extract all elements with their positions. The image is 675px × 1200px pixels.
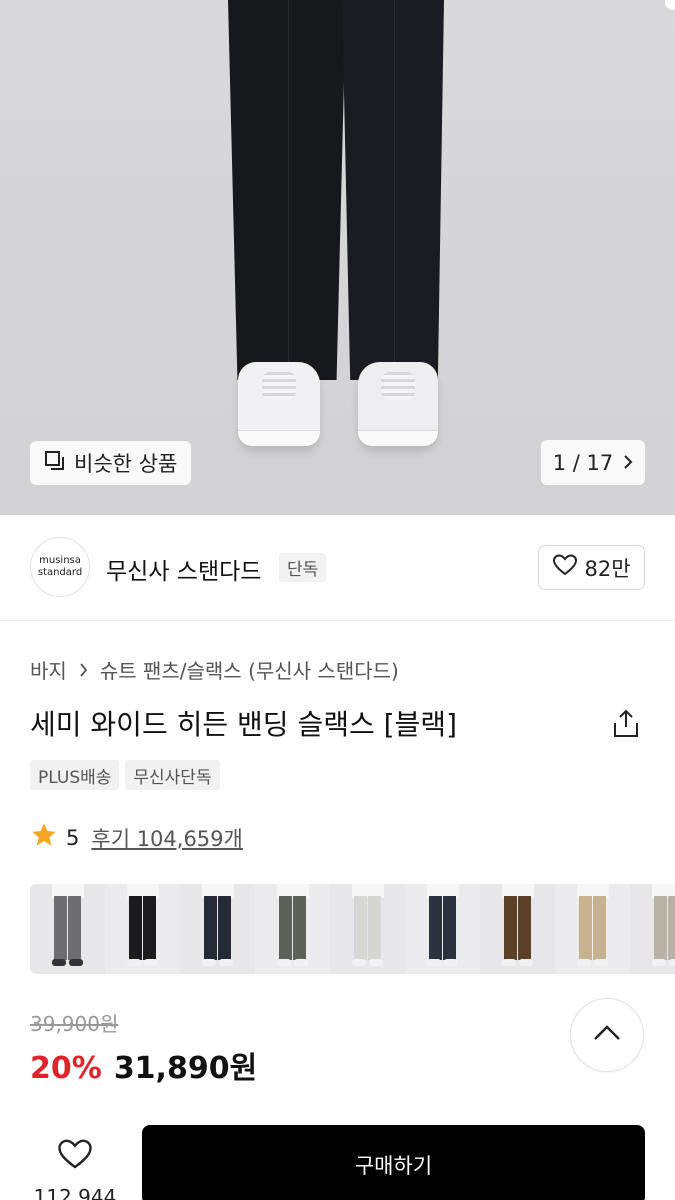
rating-value: 5: [66, 825, 80, 850]
pants-leg: [354, 896, 367, 960]
section-divider: [0, 620, 675, 621]
brand-like-button[interactable]: 82만: [538, 545, 645, 590]
price-row: 20% 31,890원: [30, 1043, 257, 1087]
chevron-right-icon: [79, 658, 88, 682]
original-price: 39,900원: [30, 1012, 119, 1036]
pants-leg: [668, 896, 675, 960]
pants-right-leg: [342, 0, 444, 380]
buy-button[interactable]: 구매하기: [142, 1125, 645, 1200]
pants-leg: [579, 896, 592, 960]
wishlist-count: 112,944: [33, 1185, 117, 1200]
rating-row: 5 후기 104,659개: [30, 821, 243, 854]
color-option-thumbnail[interactable]: [180, 884, 255, 974]
pants-leg: [279, 896, 292, 960]
model-shoe: [669, 959, 675, 966]
pants-leg: [218, 896, 231, 960]
image-counter-text: 1 / 17: [552, 450, 614, 475]
brand-like-count: 82만: [584, 556, 631, 581]
color-option-thumbnail[interactable]: [405, 884, 480, 974]
model-shoe: [594, 959, 608, 966]
copy-icon: [44, 450, 66, 477]
model-shoe: [502, 959, 516, 966]
product-image[interactable]: 비슷한 상품 1 / 17: [0, 0, 675, 515]
pants-leg: [518, 896, 531, 960]
model-shoe: [52, 959, 66, 966]
image-page-counter[interactable]: 1 / 17: [541, 440, 645, 485]
model-shoe: [69, 959, 83, 966]
model-shoe: [294, 959, 308, 966]
heart-icon: [57, 1138, 93, 1175]
discount-rate: 20%: [30, 1051, 102, 1086]
similar-products-button[interactable]: 비슷한 상품: [30, 441, 192, 485]
pants-leg: [593, 896, 606, 960]
color-option-thumbnail[interactable]: [330, 884, 405, 974]
pants-crease: [288, 0, 289, 370]
product-tags: PLUS배송 무신사단독: [30, 760, 220, 790]
color-option-thumbnail[interactable]: [630, 884, 675, 974]
pants-leg: [504, 896, 517, 960]
brand-logo[interactable]: musinsa standard: [30, 537, 90, 597]
brand-logo-line2: standard: [37, 567, 83, 578]
scroll-to-top-button[interactable]: [570, 998, 644, 1072]
breadcrumb-item-slacks[interactable]: 슈트 팬츠/슬랙스 (무신사 스탠다드): [100, 655, 399, 684]
corner-decoration: [665, 0, 675, 10]
pants-leg: [68, 896, 81, 960]
tag-plus-delivery: PLUS배송: [30, 760, 120, 790]
model-shoe: [652, 959, 666, 966]
model-shoe: [352, 959, 366, 966]
color-option-thumbnail[interactable]: [480, 884, 555, 974]
pants-left-leg: [228, 0, 346, 380]
review-count-link[interactable]: 후기 104,659개: [91, 823, 242, 853]
pants-leg: [54, 896, 67, 960]
model-shoe: [127, 959, 141, 966]
wishlist-button[interactable]: 112,944: [30, 1128, 120, 1200]
final-price: 31,890원: [113, 1051, 258, 1086]
pants-leg: [143, 896, 156, 960]
breadcrumb: 바지 슈트 팬츠/슬랙스 (무신사 스탠다드): [30, 655, 399, 684]
tag-exclusive: 무신사단독: [125, 760, 220, 790]
color-options-strip: [30, 884, 675, 974]
shoe-left: [238, 362, 320, 446]
pants-leg: [129, 896, 142, 960]
breadcrumb-item-pants[interactable]: 바지: [30, 655, 67, 684]
brand-logo-line1: musinsa: [39, 555, 81, 566]
chevron-right-icon: [623, 451, 633, 475]
model-shoe: [519, 959, 533, 966]
model-shoe: [202, 959, 216, 966]
color-option-thumbnail[interactable]: [30, 884, 105, 974]
pants-crease: [394, 0, 395, 370]
share-icon[interactable]: [611, 708, 641, 740]
brand-row: musinsa standard 무신사 스탠다드 단독 82만: [0, 515, 675, 620]
color-option-thumbnail[interactable]: [555, 884, 630, 974]
similar-products-label: 비슷한 상품: [74, 452, 178, 476]
model-shoe: [144, 959, 158, 966]
brand-name-link[interactable]: 무신사 스탠다드: [106, 552, 261, 586]
color-option-thumbnail[interactable]: [255, 884, 330, 974]
chevron-up-icon: [592, 1024, 622, 1046]
model-shoe: [369, 959, 383, 966]
pants-leg: [429, 896, 442, 960]
pants-leg: [204, 896, 217, 960]
pants-leg: [293, 896, 306, 960]
heart-icon: [552, 553, 578, 582]
pants-leg: [654, 896, 667, 960]
pants-leg: [443, 896, 456, 960]
star-icon: [30, 821, 58, 854]
exclusive-badge: 단독: [279, 553, 327, 582]
model-shoe: [427, 959, 441, 966]
color-option-thumbnail[interactable]: [105, 884, 180, 974]
pants-leg: [368, 896, 381, 960]
model-shoe: [444, 959, 458, 966]
model-shoe: [577, 959, 591, 966]
model-shoe: [277, 959, 291, 966]
product-title: 세미 와이드 히든 밴딩 슬랙스 [블랙]: [30, 708, 457, 741]
model-shoe: [219, 959, 233, 966]
shoe-right: [358, 362, 438, 446]
